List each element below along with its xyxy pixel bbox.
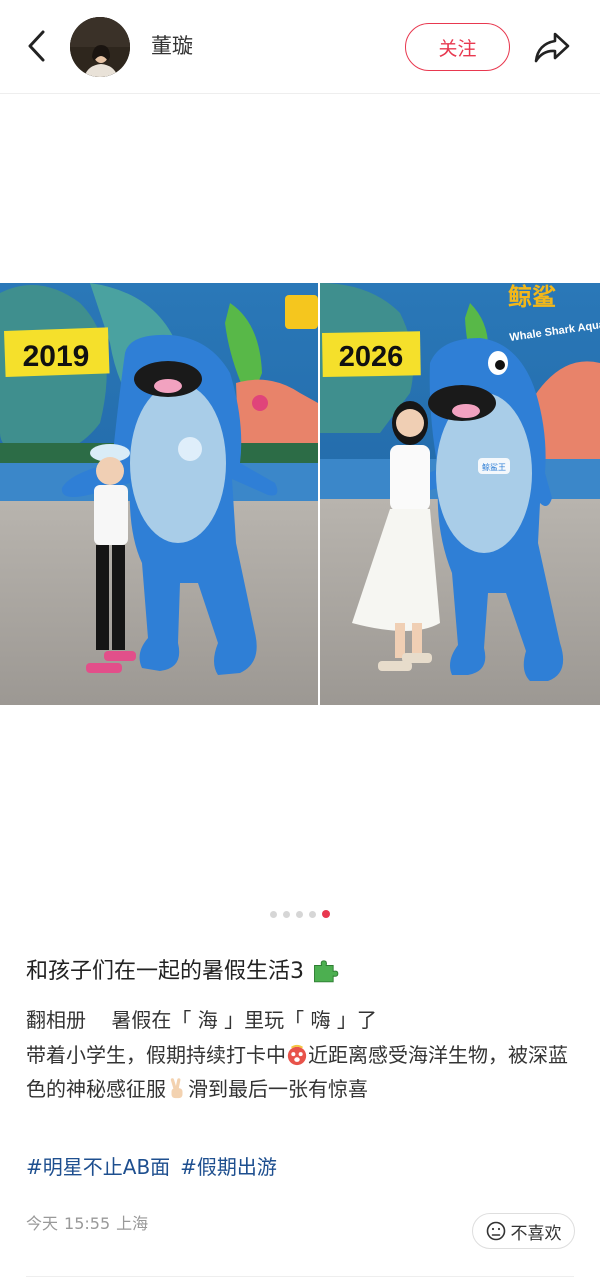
hashtag-link[interactable]: #明星不止AB面	[26, 1155, 170, 1179]
author-avatar[interactable]	[70, 17, 130, 77]
post-body-paragraph: 带着小学生，假期持续打卡中 近距离感受海洋生物，被深蓝色的神秘感征服 滑到最后一张有…	[26, 1038, 582, 1107]
carousel-indicator	[0, 910, 600, 920]
hashtag-list: #明星不止AB面 #假期出游	[26, 1150, 287, 1184]
hashtag-link[interactable]: #假期出游	[180, 1155, 277, 1179]
frown-face-icon	[486, 1221, 505, 1241]
post-meta: 今天 15:55 上海	[26, 1211, 154, 1237]
divider	[26, 1276, 574, 1277]
dizzy-face-emoji-icon	[287, 1044, 307, 1065]
post-location: 上海	[116, 1214, 149, 1233]
dislike-label: 不喜欢	[510, 1223, 562, 1244]
carousel-dot[interactable]	[283, 911, 290, 918]
carousel-dot[interactable]	[309, 911, 316, 918]
post-title: 和孩子们在一起的暑假生活3	[26, 955, 586, 989]
year-tag-right: 2026	[339, 341, 404, 373]
post-body-text: 滑到最后一张有惊喜	[188, 1077, 368, 1101]
carousel-dot[interactable]	[296, 911, 303, 918]
post-time: 15:55	[64, 1214, 111, 1233]
carousel-dot[interactable]	[270, 911, 277, 918]
puzzle-emoji-icon	[314, 960, 339, 983]
post-body: 翻相册 暑假在「 海 」里玩「 嗨 」了 带着小学生，假期持续打卡中 近距离感受海…	[26, 1003, 582, 1107]
post-date: 今天	[26, 1214, 59, 1233]
image-carousel[interactable]: 2019 鲸鲨 Whale Shark Aquarium 2026 鲸鲨王	[0, 95, 600, 925]
post-body-text: 带着小学生，假期持续打卡中	[26, 1042, 286, 1067]
back-button[interactable]	[18, 24, 54, 68]
chevron-left-icon	[28, 30, 45, 62]
victory-hand-emoji-icon	[170, 1078, 183, 1099]
avatar-image	[70, 17, 130, 77]
photo-right-panel: 鲸鲨 Whale Shark Aquarium 2026 鲸鲨王	[320, 283, 600, 705]
carousel-dot-active[interactable]	[322, 910, 330, 918]
share-icon	[534, 32, 570, 63]
follow-button[interactable]: 关注	[405, 23, 510, 71]
mascot-name-badge: 鲸鲨王	[482, 462, 506, 472]
post-body-line: 翻相册 暑假在「 海 」里玩「 嗨 」了	[26, 1008, 377, 1032]
top-bar: 董璇 关注	[0, 0, 600, 94]
author-name[interactable]: 董璇	[151, 30, 193, 62]
post-title-text: 和孩子们在一起的暑假生活3	[26, 959, 304, 984]
photo-left-panel: 2019	[0, 283, 318, 705]
share-button[interactable]	[530, 26, 574, 70]
dislike-button[interactable]: 不喜欢	[472, 1213, 575, 1249]
year-tag-left: 2019	[23, 340, 90, 373]
aquarium-sign: 鲸鲨	[508, 283, 556, 311]
post-photo[interactable]: 2019 鲸鲨 Whale Shark Aquarium 2026 鲸鲨王	[0, 283, 600, 705]
